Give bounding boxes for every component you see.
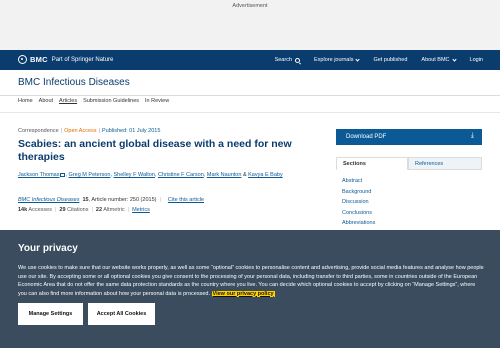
section-link-abstract[interactable]: Abstract <box>342 176 375 187</box>
citations-count: 29 <box>59 207 66 213</box>
citations-label: Citations <box>67 207 89 213</box>
email-icon[interactable] <box>60 172 66 177</box>
open-access-badge[interactable]: Open Access <box>64 128 96 134</box>
download-pdf-button[interactable]: Download PDF ⤓ <box>336 129 482 145</box>
author-link[interactable]: Mark Naunton <box>207 172 242 178</box>
author-link[interactable]: Christine F Carson <box>158 172 204 178</box>
section-link-discussion[interactable]: Discussion <box>342 197 375 208</box>
altmetric-count: 22 <box>95 207 103 213</box>
sidebar-tabs: Sections References <box>336 157 482 170</box>
nav-get-published[interactable]: Get published <box>373 57 407 63</box>
author-link[interactable]: Jackson Thomas <box>18 172 59 178</box>
nav-about-bmc[interactable]: About BMC <box>421 56 457 63</box>
chevron-down-icon <box>355 56 361 62</box>
tab-references[interactable]: References <box>408 157 482 170</box>
subnav-in-review[interactable]: In Review <box>145 98 169 104</box>
accesses-label: Accesses <box>28 207 52 213</box>
brand-name: BMC <box>30 55 48 64</box>
citation-article-number: Article number: 250 (2015) <box>91 197 157 203</box>
manage-settings-button[interactable]: Manage Settings <box>18 303 83 325</box>
subnav-submission-guidelines[interactable]: Submission Guidelines <box>83 98 139 104</box>
section-link-abbreviations[interactable]: Abbreviations <box>342 218 375 229</box>
citation-journal[interactable]: BMC Infectious Diseases <box>18 197 79 203</box>
accesses-count: 14k <box>18 207 28 213</box>
author-link[interactable]: Kavya E Baby <box>248 172 283 178</box>
altmetric-label: Altmetric <box>103 207 125 213</box>
section-link-background[interactable]: Background <box>342 187 375 198</box>
advertisement-label: Advertisement <box>232 3 268 9</box>
tab-sections[interactable]: Sections <box>336 157 408 170</box>
subnav-about[interactable]: About <box>39 98 53 104</box>
article-type: Correspondence <box>18 128 59 134</box>
published-date: Published: 01 July 2015 <box>101 128 161 134</box>
divider <box>0 112 500 113</box>
top-nav: Search Explore journals Get published Ab… <box>275 56 483 63</box>
subnav-articles[interactable]: Articles <box>59 98 77 104</box>
cookie-consent-banner: Your privacy We use cookies to make sure… <box>0 230 500 348</box>
author-link[interactable]: Greg M Peterson <box>69 172 111 178</box>
journal-header: BMC Infectious Diseases <box>0 70 500 96</box>
journal-subnav: Home About Articles Submission Guideline… <box>18 98 169 104</box>
citation-line: BMC Infectious Diseases 15, Article numbe… <box>18 197 204 203</box>
article-metrics: 14k Accesses | 29 Citations | 22 Altmetric | M… <box>18 207 150 213</box>
nav-explore-journals[interactable]: Explore journals <box>314 56 361 63</box>
bmc-logo[interactable]: BMC Part of Springer Nature <box>18 55 113 64</box>
nav-login[interactable]: Login <box>470 57 483 63</box>
download-icon: ⤓ <box>470 132 474 139</box>
download-pdf-label: Download PDF <box>346 134 387 140</box>
author-list: Jackson Thomas, Greg M Peterson, Shelley… <box>18 172 283 178</box>
citation-volume: 15 <box>82 197 89 203</box>
cite-this-article-link[interactable]: Cite this article <box>168 197 204 203</box>
journal-title[interactable]: BMC Infectious Diseases <box>18 77 130 88</box>
section-list: Abstract Background Discussion Conclusio… <box>342 176 375 229</box>
search-icon <box>295 57 301 63</box>
subnav-home[interactable]: Home <box>18 98 33 104</box>
privacy-policy-link[interactable]: View our privacy policy <box>211 290 275 297</box>
article-title: Scabies: an ancient global disease with … <box>18 138 292 163</box>
nav-search[interactable]: Search <box>275 57 301 63</box>
metrics-link[interactable]: Metrics <box>132 207 150 213</box>
author-link[interactable]: Shelley F Walton <box>114 172 155 178</box>
chevron-down-icon <box>451 56 457 62</box>
accept-all-cookies-button[interactable]: Accept All Cookies <box>88 303 155 325</box>
section-link-conclusions[interactable]: Conclusions <box>342 208 375 219</box>
author-ampersand: & <box>242 172 247 178</box>
bmc-logo-icon <box>18 55 27 64</box>
privacy-text: We use cookies to make sure that our web… <box>18 264 484 298</box>
privacy-title: Your privacy <box>18 243 78 254</box>
article-meta: Correspondence | Open Access | Published: 01… <box>18 128 161 134</box>
brand-subtitle: Part of Springer Nature <box>51 56 114 63</box>
advertisement-area: Advertisement <box>0 0 500 50</box>
site-top-bar: BMC Part of Springer Nature Search Explo… <box>0 50 500 70</box>
